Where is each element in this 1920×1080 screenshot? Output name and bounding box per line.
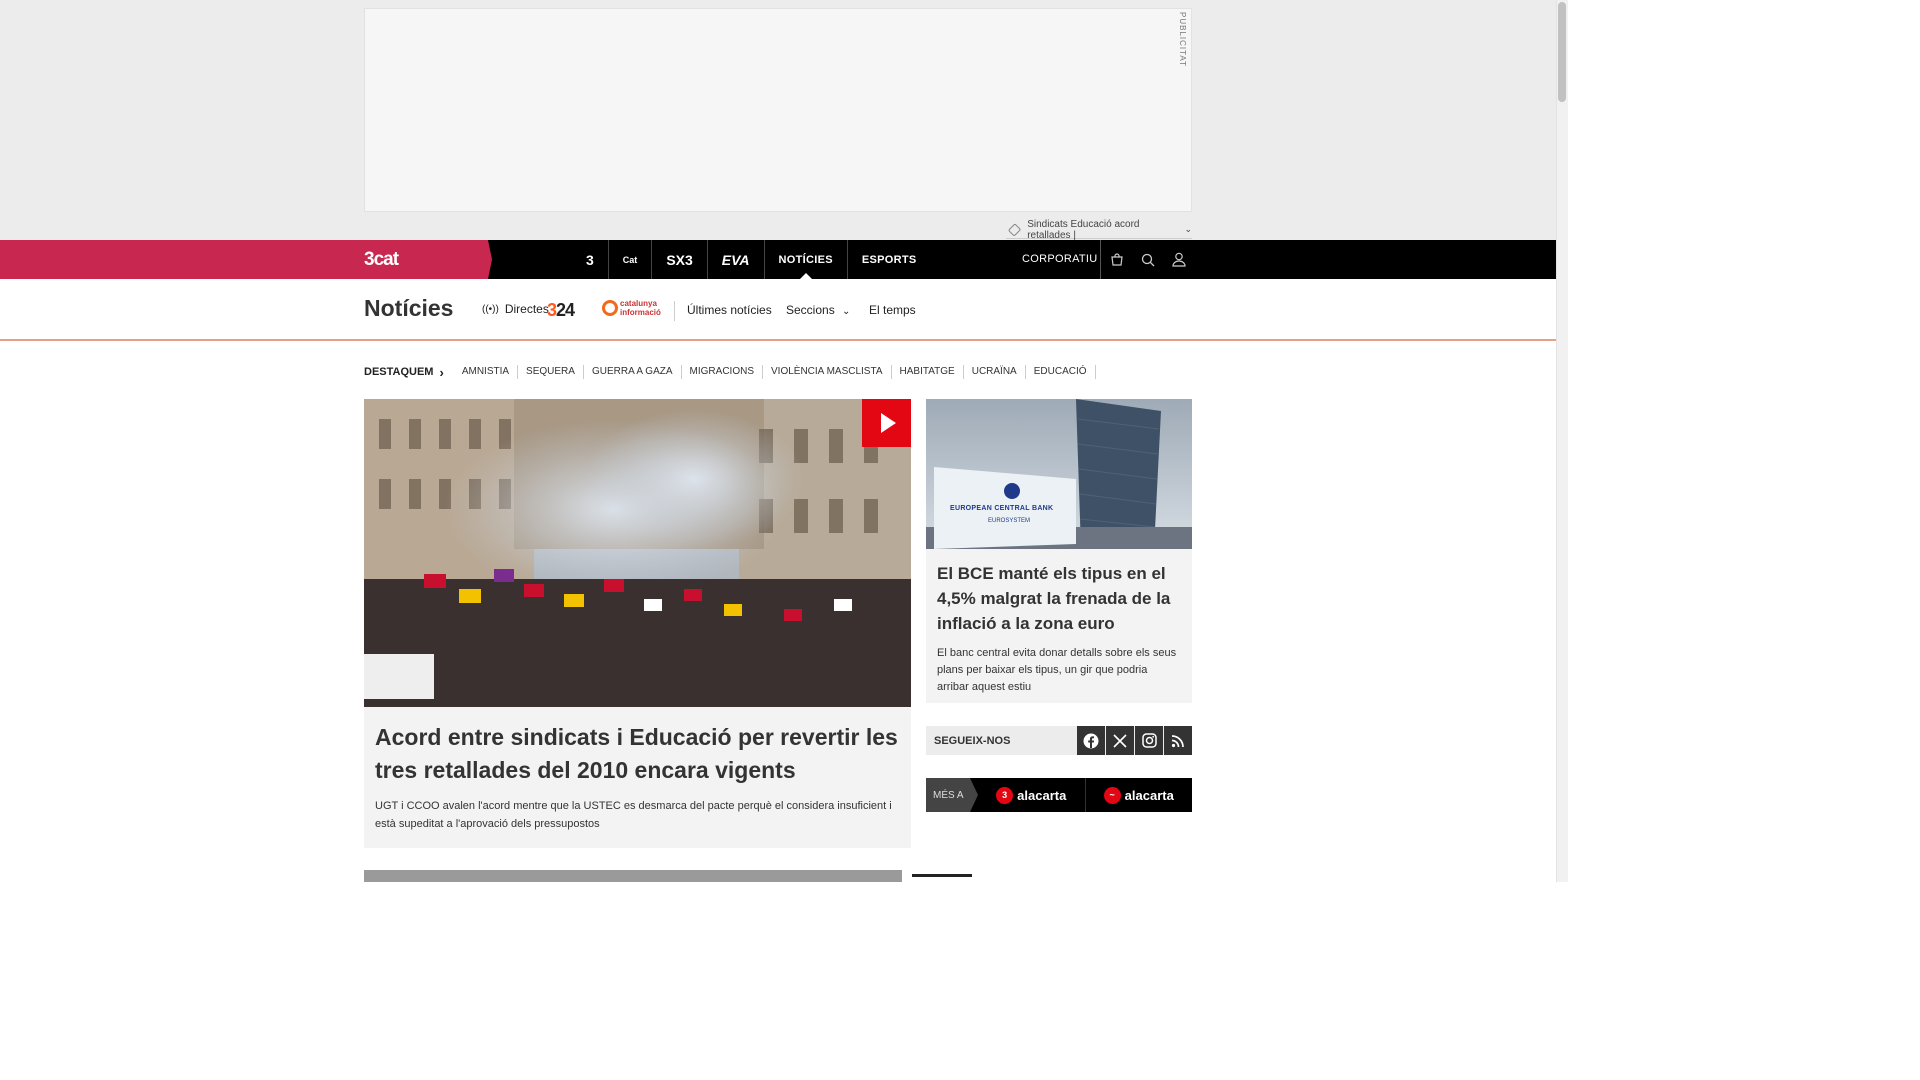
x-twitter-icon[interactable] [1106,726,1134,755]
main-story-headline[interactable]: Acord entre sindicats i Educació per rev… [375,721,900,787]
navbar-icons [1100,240,1194,279]
logo-324[interactable]: 324 [547,300,575,321]
link-el-temps[interactable]: El temps [869,303,916,317]
main-story-image[interactable] [364,399,911,707]
user-icon[interactable] [1163,252,1194,267]
tag-link[interactable]: HABITATGE [892,365,964,379]
catinfo-label: catalunya informació [620,299,661,317]
ad-label: PUBLICITAT [1178,12,1187,68]
channel-tv3[interactable]: 3 [572,240,609,279]
highlight-tags: DESTAQUEM › AMNISTIA SEQUERA GUERRA A GA… [364,364,1096,380]
tag-link[interactable]: VIOLÈNCIA MASCLISTA [763,365,892,379]
instagram-icon[interactable] [1135,726,1163,755]
search-icon[interactable] [1132,253,1163,267]
main-story-card[interactable]: Acord entre sindicats i Educació per rev… [364,707,911,848]
follow-us-label: SEGUEIX-NOS [934,734,1011,747]
tag-link[interactable]: SEQUERA [518,365,584,379]
tag-link[interactable]: UCRAÏNA [964,365,1026,379]
play-video-button[interactable] [862,399,911,447]
sx3-logo: SX3 [666,251,693,268]
live-icon: ((•)) [482,303,499,315]
side-story-card[interactable]: El BCE manté els tipus en el 4,5% malgra… [926,549,1192,703]
topic-selector[interactable]: Sindicats Educació acord retallades | ⌄ [1006,218,1192,241]
section-title[interactable]: Notícies [364,295,453,322]
more-on-alacarta: MÉS A 3 alacarta ~ alacarta [926,778,1192,812]
follow-us-bar: SEGUEIX-NOS [926,726,1192,755]
divider [674,301,675,321]
chevron-down-icon: ⌄ [1184,224,1192,234]
channel-noticies-label: NOTÍCIES [778,253,833,266]
more-label: MÉS A [926,778,978,812]
channel-esports-label: ESPORTS [861,253,917,266]
live-label: Directes [504,302,549,316]
highlights-lead-label: DESTAQUEM [364,366,434,378]
channel-nav: 3 Cat SX3 EVA NOTÍCIES ESPORTS [572,240,931,279]
logo-catalunya-informacio[interactable]: catalunya informació [602,299,675,317]
channel-noticies[interactable]: NOTÍCIES [765,240,848,279]
highlights-lead[interactable]: DESTAQUEM › [364,365,444,380]
chevron-right-icon: › [439,364,444,380]
channel-esports[interactable]: ESPORTS [848,240,931,279]
play-icon [880,413,896,433]
channel-catradio[interactable]: Cat [609,240,653,279]
scrollbar[interactable] [1556,0,1568,882]
section-header: Notícies ((•)) Directes 324 catalunya in… [0,279,1556,341]
corporate-link[interactable]: CORPORATIU [1022,253,1098,265]
channel-eva[interactable]: EVA [708,240,765,279]
link-seccions[interactable]: Seccions ⌄ [786,303,850,317]
link-seccions-label: Seccions [786,303,835,317]
main-navbar: 3cat 3 Cat SX3 EVA NOTÍCIES ESPORTS CORP… [0,240,1556,279]
side-story-image[interactable]: EUROPEAN CENTRAL BANK EUROSYSTEM [926,399,1192,549]
main-story-summary: UGT i CCOO avalen l'acord mentre que la … [375,800,892,830]
rss-icon[interactable] [1164,726,1192,755]
channel-sx3[interactable]: SX3 [652,240,708,279]
page: PUBLICITAT Sindicats Educació acord reta… [0,0,1568,882]
tag-link[interactable]: EDUCACIÓ [1026,365,1096,379]
alacarta-tv3-label: alacarta [1017,787,1067,803]
next-section-heading [912,874,972,882]
link-ultimes-noticies[interactable]: Últimes notícies [687,303,772,317]
ad-zone: PUBLICITAT Sindicats Educació acord reta… [0,0,1556,241]
tag-link[interactable]: MIGRACIONS [682,365,763,379]
shop-icon[interactable] [1101,252,1132,267]
tv3-logo: 3 [586,251,594,268]
scrollbar-thumb[interactable] [1558,2,1566,102]
side-story-summary: El banc central evita donar detalls sobr… [937,647,1177,693]
brand-logo[interactable]: 3cat [364,249,399,271]
alacarta-catradio-link[interactable]: ~ alacarta [1086,778,1193,812]
catradio-badge-icon: ~ [1103,786,1121,804]
catinfo-circle-icon [602,300,618,316]
tv3-badge-icon: 3 [996,786,1014,804]
brand-band [0,240,492,279]
eva-logo: EVA [721,251,750,268]
tag-link[interactable]: GUERRA A GAZA [584,365,682,379]
ad-banner[interactable] [364,8,1192,212]
tag-icon [1007,222,1022,237]
alacarta-tv3-link[interactable]: 3 alacarta [978,778,1086,812]
tag-link[interactable]: AMNISTIA [454,365,519,379]
next-story-image[interactable] [364,870,902,882]
live-link[interactable]: ((•)) Directes [482,302,549,316]
topic-selector-value: Sindicats Educació acord retallades | [1027,218,1140,241]
image-subcaption: EUROSYSTEM [988,518,1031,524]
catradio-logo: Cat [622,254,638,265]
alacarta-catradio-label: alacarta [1124,787,1174,803]
facebook-icon[interactable] [1077,726,1105,755]
image-caption: EUROPEAN CENTRAL BANK [950,505,1054,512]
chevron-down-icon: ⌄ [842,306,851,317]
side-story-headline[interactable]: El BCE manté els tipus en el 4,5% malgra… [937,561,1181,636]
